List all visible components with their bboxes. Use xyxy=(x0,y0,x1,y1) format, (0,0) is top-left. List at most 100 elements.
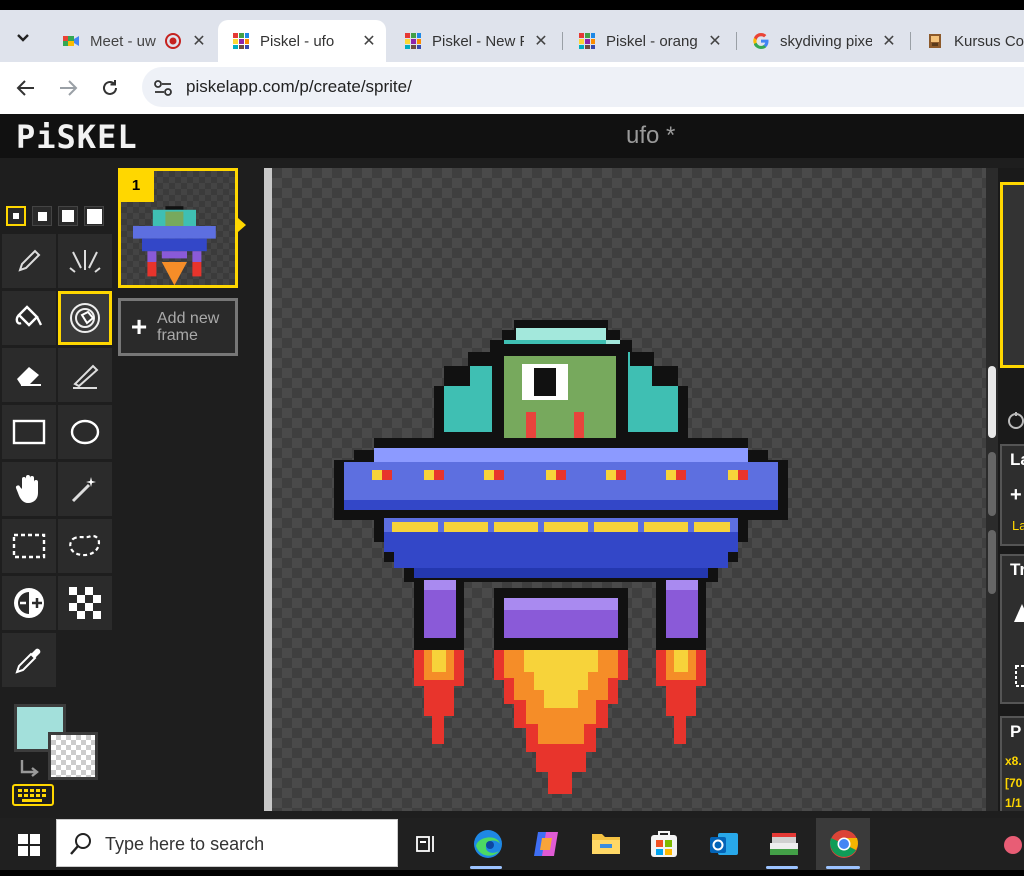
tool-vertical-mirror[interactable] xyxy=(58,234,112,288)
hand-icon xyxy=(15,475,38,503)
tab-piskel-orange[interactable]: Piskel - orang ✕ xyxy=(564,20,732,62)
swap-colors-icon[interactable] xyxy=(18,758,42,778)
secondary-color-swatch[interactable] xyxy=(48,732,98,780)
frame-thumbnail-1[interactable]: 1 xyxy=(118,168,238,288)
add-new-frame-button[interactable]: + Add new frame xyxy=(118,298,238,356)
pen-size-3[interactable] xyxy=(58,206,78,226)
tab-separator xyxy=(562,32,563,50)
arrow-left-icon xyxy=(16,80,34,96)
tool-paint-all-similar[interactable] xyxy=(58,291,112,345)
copilot-icon[interactable] xyxy=(528,826,564,862)
transform-panel: Tr xyxy=(1000,554,1024,704)
pen-size-dot xyxy=(62,210,74,222)
chrome-running-indicator xyxy=(826,866,860,869)
keyboard-shortcuts-icon[interactable] xyxy=(12,784,54,806)
tab-close-icon[interactable]: ✕ xyxy=(360,31,378,51)
taskbar-search-box[interactable]: Type here to search xyxy=(56,819,398,867)
tab-title: Meet - uw xyxy=(90,32,156,50)
pen-size-4[interactable] xyxy=(84,206,104,226)
tool-magic-wand[interactable] xyxy=(58,462,112,516)
tool-hand[interactable] xyxy=(2,462,56,516)
tab-separator xyxy=(910,32,911,50)
animation-preview[interactable] xyxy=(1000,182,1024,368)
arrow-right-icon xyxy=(60,80,78,96)
scroll-thumb[interactable] xyxy=(988,366,996,438)
add-layer-button[interactable]: + xyxy=(1010,484,1022,507)
tool-lighten[interactable] xyxy=(2,576,56,630)
plus-icon: + xyxy=(130,311,148,342)
lasso-selection-icon xyxy=(69,534,101,557)
tab-close-icon[interactable]: ✕ xyxy=(190,31,208,51)
zoom-level: x8. xyxy=(1005,754,1022,768)
tab-title: Piskel - New P xyxy=(432,32,524,50)
rectangle-icon xyxy=(12,419,46,445)
sprite-name[interactable]: ufo * xyxy=(626,122,675,150)
drawing-canvas[interactable] xyxy=(272,168,986,811)
tool-rectangle-selection[interactable] xyxy=(2,519,56,573)
site-info-button[interactable] xyxy=(150,75,176,101)
tab-title: skydiving pixe xyxy=(780,32,872,50)
circle-icon xyxy=(70,419,100,445)
paint-bucket-icon xyxy=(15,305,43,327)
tool-lasso-selection[interactable] xyxy=(58,519,112,573)
tab-close-icon[interactable]: ✕ xyxy=(880,31,898,51)
tab-close-icon[interactable]: ✕ xyxy=(532,31,550,51)
back-button[interactable] xyxy=(12,74,40,102)
address-bar[interactable]: piskelapp.com/p/create/sprite/ xyxy=(142,67,1024,107)
forward-button[interactable] xyxy=(54,74,82,102)
pen-size-1[interactable] xyxy=(6,206,26,226)
tool-dithering[interactable] xyxy=(58,576,112,630)
tab-kursus[interactable]: Kursus Codi xyxy=(912,20,1024,62)
color-picker-icon xyxy=(15,648,41,674)
reload-icon xyxy=(103,80,117,95)
tab-close-icon[interactable]: ✕ xyxy=(706,31,724,51)
keyboard-icon xyxy=(18,789,46,802)
cursor-coordinates: [70 xyxy=(1005,776,1023,790)
tab-title: Piskel - orang xyxy=(606,32,698,50)
rotate-icon[interactable] xyxy=(1010,664,1024,688)
tray-app-icon[interactable] xyxy=(1002,834,1024,856)
edge-icon[interactable] xyxy=(470,826,506,862)
edge-running-indicator xyxy=(470,866,502,869)
tool-stroke[interactable] xyxy=(58,348,112,402)
tool-rectangle[interactable] xyxy=(2,405,56,459)
pen-size-2[interactable] xyxy=(32,206,52,226)
tool-paint-bucket[interactable] xyxy=(2,291,56,345)
app-running-indicator xyxy=(766,866,798,869)
tool-pen[interactable] xyxy=(2,234,56,288)
piskel-icon xyxy=(405,33,421,49)
recording-icon xyxy=(165,33,181,49)
reload-button[interactable] xyxy=(96,74,124,102)
windows-start-icon[interactable] xyxy=(18,834,40,856)
tab-search-button[interactable] xyxy=(8,23,38,53)
onion-skin-icon[interactable] xyxy=(1006,410,1024,430)
ufo-thumbnail xyxy=(133,206,216,285)
tool-eraser[interactable] xyxy=(2,348,56,402)
tab-google-search[interactable]: skydiving pixe ✕ xyxy=(738,20,906,62)
layer-name[interactable]: La xyxy=(1012,518,1024,533)
rectangle-selection-icon xyxy=(12,533,46,559)
printer-app-icon[interactable] xyxy=(766,826,802,862)
tool-color-picker[interactable] xyxy=(2,633,56,687)
scroll-thumb-tertiary[interactable] xyxy=(988,530,996,594)
tab-meet[interactable]: Meet - uw ✕ xyxy=(48,20,216,62)
tool-circle[interactable] xyxy=(58,405,112,459)
kursus-icon xyxy=(929,34,941,48)
file-explorer-icon[interactable] xyxy=(588,826,624,862)
palettes-panel: P x8. [70 1/1 xyxy=(1000,716,1024,811)
scroll-thumb-secondary[interactable] xyxy=(988,452,996,516)
chrome-icon[interactable] xyxy=(826,826,862,862)
piskel-logo[interactable]: PiSKEL xyxy=(16,118,138,156)
google-icon xyxy=(753,33,769,49)
tab-piskel-ufo[interactable]: Piskel - ufo ✕ xyxy=(218,20,386,62)
tab-piskel-new[interactable]: Piskel - New P ✕ xyxy=(390,20,558,62)
flip-icon[interactable] xyxy=(1010,602,1024,624)
canvas-left-border xyxy=(264,168,272,811)
task-view-icon[interactable] xyxy=(408,826,444,862)
right-panel: La + La Tr P x8. [70 1/1 xyxy=(998,168,1024,811)
layers-title: La xyxy=(1010,450,1024,469)
bottom-edge xyxy=(0,870,1024,876)
outlook-icon[interactable] xyxy=(706,826,742,862)
search-icon xyxy=(70,833,91,855)
store-icon[interactable] xyxy=(646,826,682,862)
